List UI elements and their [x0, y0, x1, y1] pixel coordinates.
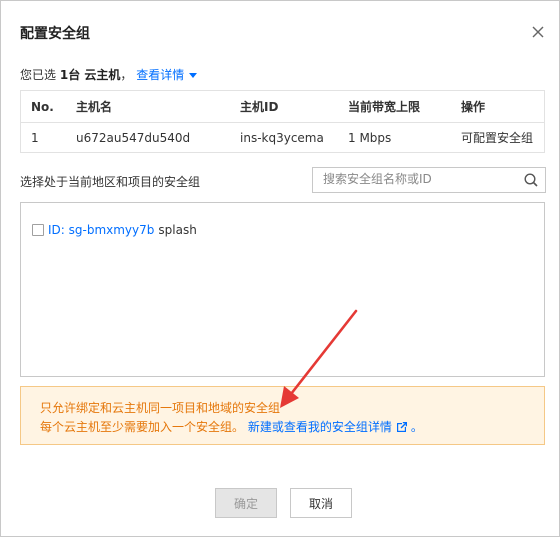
selection-suffix: ，	[120, 68, 133, 82]
view-details-label: 查看详情	[136, 68, 185, 82]
search-input[interactable]	[313, 168, 523, 190]
notice-line-2: 每个云主机至少需要加入一个安全组。 新建或查看我的安全组详情 。	[40, 418, 423, 435]
selection-summary: 您已选 1台 云主机， 查看详情	[20, 66, 198, 83]
cell-action: 可配置安全组	[461, 131, 534, 145]
column-header-bandwidth: 当前带宽上限	[348, 90, 461, 123]
confirm-button[interactable]: 确定	[215, 488, 277, 518]
security-group-dialog: 配置安全组 您已选 1台 云主机， 查看详情 No. 主机名 主机ID 当前带宽…	[0, 0, 560, 537]
manage-security-groups-link[interactable]: 新建或查看我的安全组详情	[248, 420, 407, 434]
security-group-hint: 选择处于当前地区和项目的安全组	[20, 175, 201, 189]
cell-hostname: u672au547du540d	[76, 130, 191, 145]
notice-period: 。	[410, 420, 423, 434]
table-header-row: No. 主机名 主机ID 当前带宽上限 操作	[20, 90, 545, 123]
host-id-link[interactable]: ins-kq3ycema	[240, 123, 348, 153]
column-header-action: 操作	[461, 90, 545, 123]
security-group-checkbox[interactable]	[32, 224, 44, 236]
search-box	[312, 167, 546, 193]
column-header-no: No.	[20, 90, 76, 123]
manage-security-groups-label: 新建或查看我的安全组详情	[247, 420, 392, 434]
cell-no: 1	[31, 130, 39, 145]
security-group-name: splash	[158, 223, 197, 237]
hosts-table: No. 主机名 主机ID 当前带宽上限 操作 1 u672au547du540d…	[20, 90, 545, 153]
chevron-down-icon	[189, 73, 198, 78]
view-details-link[interactable]: 查看详情	[136, 68, 198, 82]
notice-line-1: 只允许绑定和云主机同一项目和地域的安全组	[40, 401, 281, 415]
dialog-title: 配置安全组	[20, 26, 90, 42]
notice-box: 只允许绑定和云主机同一项目和地域的安全组 每个云主机至少需要加入一个安全组。 新…	[20, 386, 545, 445]
list-item: ID: sg-bmxmyy7b splash	[32, 223, 197, 237]
selection-count: 1台 云主机	[59, 68, 121, 82]
selection-prefix: 您已选	[20, 68, 57, 82]
search-icon[interactable]	[523, 172, 539, 188]
external-link-icon	[396, 422, 407, 432]
notice-line-2-text: 每个云主机至少需要加入一个安全组。	[40, 420, 245, 434]
security-group-id-link[interactable]: ID: sg-bmxmyy7b	[48, 223, 154, 237]
cancel-button[interactable]: 取消	[290, 488, 352, 518]
cell-bandwidth: 1 Mbps	[348, 130, 392, 145]
close-icon[interactable]	[529, 23, 547, 41]
security-group-list: ID: sg-bmxmyy7b splash	[20, 202, 545, 377]
column-header-hostname: 主机名	[76, 90, 240, 123]
table-row: 1 u672au547du540d ins-kq3ycema 1 Mbps 可配…	[21, 123, 545, 153]
column-header-host-id: 主机ID	[240, 90, 348, 123]
